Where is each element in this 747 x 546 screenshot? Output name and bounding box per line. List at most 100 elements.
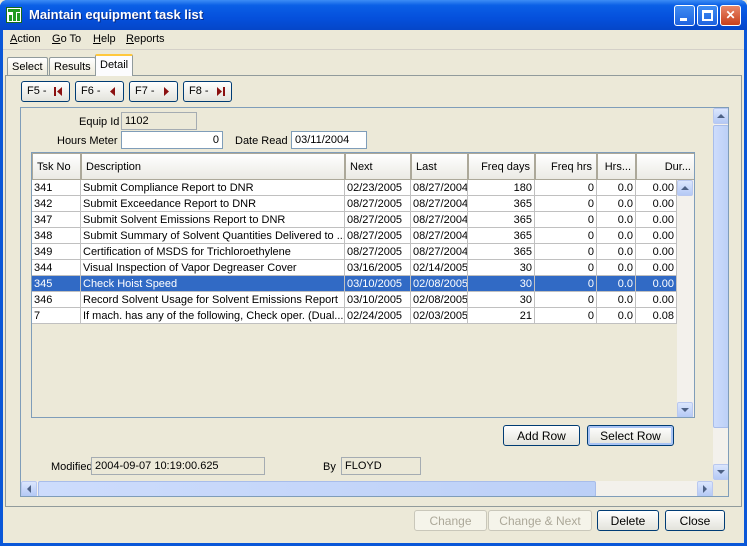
select-row-button[interactable]: Select Row	[587, 425, 674, 446]
menu-reports[interactable]: Reports	[126, 33, 165, 45]
add-row-button[interactable]: Add Row	[503, 425, 580, 446]
cell-task-no: 345	[32, 276, 81, 292]
task-table: Tsk No Description Next Last Freq days Freq h…	[31, 152, 695, 418]
tab-results[interactable]: Results	[49, 57, 96, 76]
cell-next: 08/27/2005	[345, 244, 411, 260]
last-record-label: F8 -	[189, 85, 209, 97]
chevron-up-icon	[681, 186, 689, 190]
cell-duration: 0.00	[636, 196, 677, 212]
next-record-button[interactable]: F7 -	[129, 81, 178, 102]
task-table-body: 341 Submit Compliance Report to DNR 02/23/…	[32, 180, 677, 417]
header-description[interactable]: Description	[81, 153, 345, 180]
date-read-input[interactable]: 03/11/2004	[291, 131, 367, 149]
cell-hrs: 0.0	[597, 196, 636, 212]
chevron-left-icon	[27, 485, 31, 493]
panel-horizontal-scroll-thumb[interactable]	[38, 481, 596, 496]
cell-description: Submit Summary of Solvent Quantities Del…	[81, 228, 345, 244]
cell-task-no: 346	[32, 292, 81, 308]
tab-select[interactable]: Select	[7, 57, 48, 76]
cell-description: If mach. has any of the following, Check…	[81, 308, 345, 324]
by-label: By	[323, 461, 336, 473]
cell-freq-days: 30	[468, 292, 535, 308]
first-record-button[interactable]: F5 -	[21, 81, 70, 102]
panel-scroll-down-button[interactable]	[713, 464, 728, 480]
header-freq-days[interactable]: Freq days	[468, 153, 535, 180]
table-row[interactable]: 342 Submit Exceedance Report to DNR 08/27/…	[32, 196, 677, 212]
window-title: Maintain equipment task list	[29, 7, 204, 22]
cell-last: 02/08/2005	[411, 276, 468, 292]
change-button[interactable]: Change	[414, 510, 487, 531]
tab-strip: Select Results Detail	[3, 54, 744, 76]
header-last[interactable]: Last	[411, 153, 468, 180]
cell-last: 08/27/2004	[411, 180, 468, 196]
table-row[interactable]: 347 Submit Solvent Emissions Report to DN…	[32, 212, 677, 228]
header-duration[interactable]: Dur...	[636, 153, 694, 180]
hours-meter-input[interactable]: 0	[121, 131, 223, 149]
delete-button[interactable]: Delete	[597, 510, 659, 531]
header-task-no[interactable]: Tsk No	[32, 153, 81, 180]
panel-vertical-scroll-thumb[interactable]	[713, 125, 728, 428]
cell-last: 08/27/2004	[411, 212, 468, 228]
panel-scroll-left-button[interactable]	[21, 481, 37, 496]
cell-freq-days: 365	[468, 244, 535, 260]
table-row[interactable]: 344 Visual Inspection of Vapor Degreaser …	[32, 260, 677, 276]
previous-record-button[interactable]: F6 -	[75, 81, 124, 102]
cell-description: Submit Solvent Emissions Report to DNR	[81, 212, 345, 228]
hours-meter-label: Hours Meter	[57, 135, 118, 147]
menu-action[interactable]: Action	[10, 33, 41, 45]
maximize-button[interactable]	[697, 5, 718, 26]
cell-next: 08/27/2005	[345, 212, 411, 228]
panel-vertical-scrollbar[interactable]	[713, 108, 728, 480]
cell-task-no: 342	[32, 196, 81, 212]
cell-hrs: 0.0	[597, 180, 636, 196]
detail-panel: F5 - F6 - F7 - F8 - Equip Id 1102 Hours …	[5, 75, 742, 507]
table-row[interactable]: 341 Submit Compliance Report to DNR 02/23/…	[32, 180, 677, 196]
cell-duration: 0.00	[636, 180, 677, 196]
panel-horizontal-scrollbar[interactable]	[21, 481, 713, 496]
minimize-button[interactable]	[674, 5, 695, 26]
header-hrs[interactable]: Hrs...	[597, 153, 636, 180]
cell-duration: 0.00	[636, 212, 677, 228]
close-window-button[interactable]: ✕	[720, 5, 741, 26]
cell-hrs: 0.0	[597, 212, 636, 228]
table-scroll-up-button[interactable]	[677, 180, 693, 196]
cell-description: Certification of MSDS for Trichloroethyl…	[81, 244, 345, 260]
panel-scroll-right-button[interactable]	[697, 481, 713, 496]
first-record-icon	[54, 87, 62, 96]
panel-scroll-up-button[interactable]	[713, 108, 728, 124]
cell-freq-hrs: 0	[535, 180, 597, 196]
menu-help[interactable]: Help	[93, 33, 116, 45]
last-record-button[interactable]: F8 -	[183, 81, 232, 102]
cell-next: 02/24/2005	[345, 308, 411, 324]
table-row[interactable]: 345 Check Hoist Speed 03/10/2005 02/08/2005…	[32, 276, 677, 292]
cell-freq-days: 365	[468, 228, 535, 244]
cell-hrs: 0.0	[597, 292, 636, 308]
header-next[interactable]: Next	[345, 153, 411, 180]
table-row[interactable]: 346 Record Solvent Usage for Solvent Emis…	[32, 292, 677, 308]
cell-duration: 0.00	[636, 276, 677, 292]
table-row[interactable]: 349 Certification of MSDS for Trichloroet…	[32, 244, 677, 260]
previous-record-label: F6 -	[81, 85, 101, 97]
cell-last: 02/03/2005	[411, 308, 468, 324]
table-row[interactable]: 7 If mach. has any of the following, Chec…	[32, 308, 677, 324]
table-vertical-scrollbar[interactable]	[677, 180, 694, 417]
cell-last: 02/14/2005	[411, 260, 468, 276]
cell-description: Check Hoist Speed	[81, 276, 345, 292]
table-scroll-down-button[interactable]	[677, 402, 693, 417]
close-button[interactable]: Close	[665, 510, 725, 531]
next-record-label: F7 -	[135, 85, 155, 97]
cell-next: 02/23/2005	[345, 180, 411, 196]
change-and-next-button[interactable]: Change & Next	[488, 510, 592, 531]
table-row[interactable]: 348 Submit Summary of Solvent Quantities …	[32, 228, 677, 244]
tab-detail[interactable]: Detail	[95, 54, 134, 76]
menu-go-to[interactable]: Go To	[52, 33, 81, 45]
cell-next: 03/10/2005	[345, 292, 411, 308]
cell-next: 03/16/2005	[345, 260, 411, 276]
cell-last: 02/08/2005	[411, 292, 468, 308]
cell-freq-days: 21	[468, 308, 535, 324]
title-bar[interactable]: Maintain equipment task list ✕	[0, 0, 747, 30]
cell-freq-hrs: 0	[535, 212, 597, 228]
by-field: FLOYD	[341, 457, 421, 475]
cell-description: Visual Inspection of Vapor Degreaser Cov…	[81, 260, 345, 276]
header-freq-hrs[interactable]: Freq hrs	[535, 153, 597, 180]
